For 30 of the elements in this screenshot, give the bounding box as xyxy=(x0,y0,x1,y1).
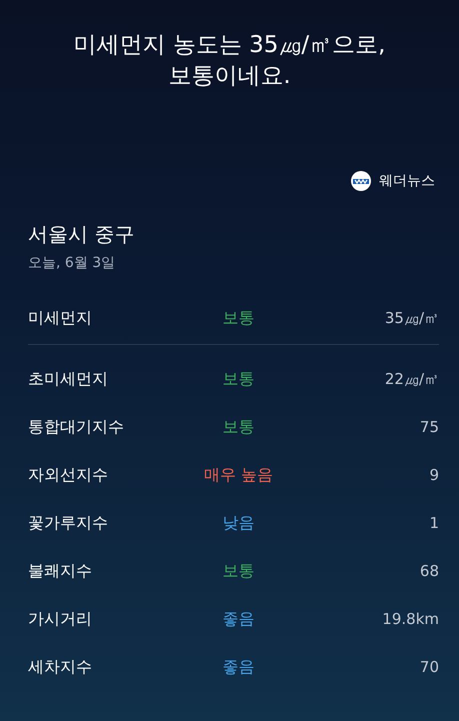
index-label: 초미세먼지 xyxy=(28,368,108,390)
index-value: 70 xyxy=(420,658,439,676)
index-label: 자외선지수 xyxy=(28,464,108,486)
location-name: 서울시 중구 xyxy=(28,221,136,248)
index-label: 가시거리 xyxy=(28,608,92,630)
grade-text: 보통 xyxy=(222,368,254,390)
date-text: 오늘, 6월 3일 xyxy=(28,254,116,272)
index-value: 35㎍/㎥ xyxy=(384,308,439,328)
grade-text: 좋음 xyxy=(222,608,254,630)
headline-text: 미세먼지 농도는 35㎍/㎥으로, xyxy=(72,31,386,60)
index-label: 꽃가루지수 xyxy=(28,512,108,534)
headline-text: 보통이네요. xyxy=(167,62,292,91)
grade-text: 매우 높음 xyxy=(204,464,274,486)
index-label: 세차지수 xyxy=(28,656,92,678)
index-label: 미세먼지 xyxy=(28,308,92,328)
grade-text: 낮음 xyxy=(222,512,254,534)
grade-text: 보통 xyxy=(222,560,254,582)
index-value: 68 xyxy=(420,562,439,580)
index-label: 불쾌지수 xyxy=(28,560,92,582)
grade-text: 보통 xyxy=(222,308,254,328)
grade-text: 보통 xyxy=(222,416,254,438)
index-value: 22㎍/㎥ xyxy=(384,370,439,388)
index-value: 19.8km xyxy=(382,610,439,628)
grade-text: 좋음 xyxy=(222,656,254,678)
index-value: 1 xyxy=(429,514,439,532)
logo-icon xyxy=(351,171,371,191)
index-value: 75 xyxy=(420,418,439,436)
index-label: 통합대기지수 xyxy=(28,416,124,438)
index-value: 9 xyxy=(429,466,439,484)
source-name: 웨더뉴스 xyxy=(379,172,435,190)
